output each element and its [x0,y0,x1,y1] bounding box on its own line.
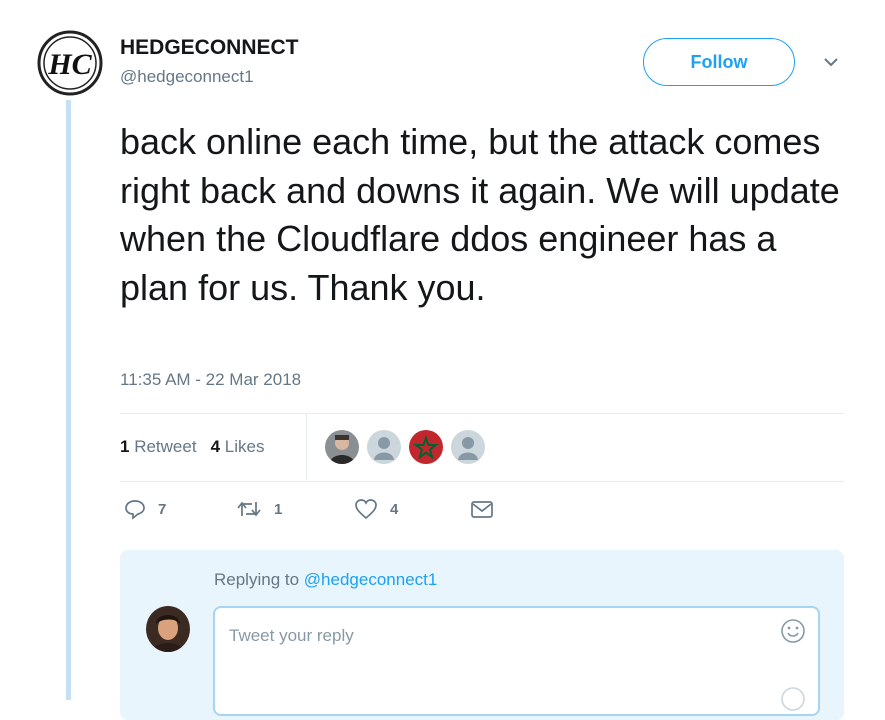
author-avatar[interactable]: HC [37,30,103,96]
stats-separator [306,414,307,480]
emoji-icon[interactable] [780,618,806,644]
retweets-label: Retweet [134,437,197,456]
author-handle[interactable]: @hedgeconnect1 [120,67,254,87]
heart-icon [355,499,377,520]
reply-icon [125,500,145,520]
like-count: 4 [390,500,399,518]
replying-handle-link[interactable]: @hedgeconnect1 [304,570,438,589]
liker-avatar[interactable] [409,430,443,464]
liker-avatar[interactable] [451,430,485,464]
divider [120,481,844,482]
reply-button[interactable]: 7 [124,498,166,520]
author-display-name[interactable]: HEDGECONNECT [120,36,299,60]
liker-avatar[interactable] [367,430,401,464]
retweet-button[interactable]: 1 [236,498,282,520]
retweet-count: 1 [274,500,283,518]
likes-stat[interactable]: 4 Likes [211,437,265,457]
tweet-timestamp[interactable]: 11:35 AM - 22 Mar 2018 [120,370,301,390]
author-logo-text: HC [47,48,92,81]
liker-avatars [325,430,493,464]
liker-avatar[interactable] [325,430,359,464]
replying-prefix: Replying to [214,570,300,589]
retweet-icon [237,501,261,517]
direct-message-button[interactable] [470,498,494,520]
progress-circle-icon [780,686,806,712]
thread-line [66,100,71,700]
tweet-stats: 1 Retweet 4 Likes [120,414,278,480]
user-avatar[interactable] [146,606,190,652]
follow-button[interactable]: Follow [643,38,795,86]
retweets-stat[interactable]: 1 Retweet [120,437,197,457]
like-button[interactable]: 4 [354,498,398,520]
caret-down-icon[interactable] [820,54,842,70]
retweets-count: 1 [120,437,130,456]
reply-placeholder: Tweet your reply [229,626,354,645]
likes-count: 4 [210,437,221,456]
envelope-icon [471,501,493,518]
reply-composer: Replying to @hedgeconnect1 Tweet your re… [120,550,844,720]
likes-label: Likes [224,437,265,456]
tweet-text: back online each time, but the attack co… [120,121,840,308]
replying-to: Replying to @hedgeconnect1 [214,570,437,590]
reply-count: 7 [158,500,167,518]
